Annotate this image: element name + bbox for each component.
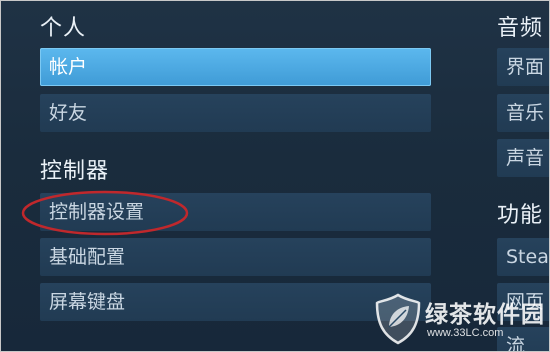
- leaf-shield-logo-icon: [375, 293, 421, 345]
- menu-item-label: Steam: [506, 246, 549, 268]
- next-section-heading-partial: [40, 339, 47, 351]
- menu-item-friends[interactable]: 好友: [40, 94, 431, 132]
- menu-item-label: 屏幕键盘: [49, 291, 126, 313]
- menu-item-label: 好友: [49, 102, 88, 124]
- settings-window: 个人 帐户 好友 控制器 控制器设置 基础配置 屏幕键盘 音频 界面 音乐 声音: [0, 0, 550, 352]
- menu-item-label: 声音: [506, 147, 545, 169]
- watermark-url: www.33LC.com: [427, 327, 504, 339]
- menu-item-label: 控制器设置: [49, 201, 145, 223]
- menu-item-sound[interactable]: 声音: [497, 139, 549, 177]
- menu-item-base-configuration[interactable]: 基础配置: [40, 238, 431, 276]
- menu-item-label: 基础配置: [49, 246, 126, 268]
- menu-item-label: 音乐: [506, 102, 545, 124]
- section-heading-personal: 个人: [40, 16, 87, 41]
- menu-item-label: 界面: [506, 56, 545, 78]
- menu-item-account[interactable]: 帐户: [40, 48, 431, 86]
- menu-item-interface[interactable]: 界面: [497, 48, 549, 86]
- menu-item-controller-settings[interactable]: 控制器设置: [40, 193, 431, 231]
- watermark: 绿茶软件园 www.33LC.com: [369, 289, 549, 351]
- menu-item-music[interactable]: 音乐: [497, 94, 549, 132]
- section-heading-audio-video: 音频: [497, 16, 544, 41]
- section-heading-features: 功能: [497, 203, 544, 228]
- menu-item-label: 帐户: [49, 56, 88, 78]
- section-heading-controller: 控制器: [40, 159, 110, 184]
- menu-item-steam[interactable]: Steam: [497, 238, 549, 276]
- watermark-title: 绿茶软件园: [425, 302, 545, 328]
